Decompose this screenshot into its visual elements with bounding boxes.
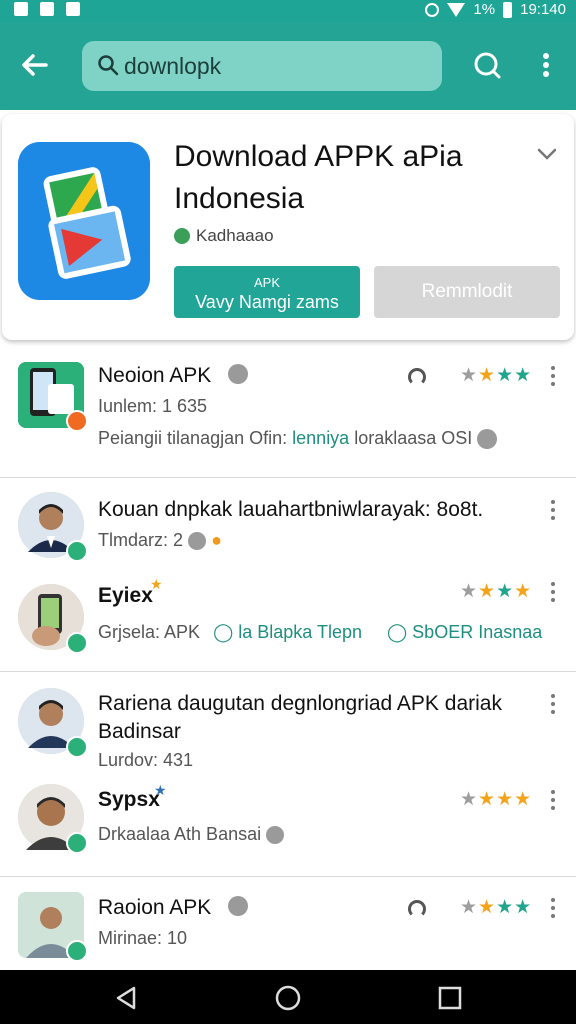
avatar bbox=[18, 784, 88, 854]
rating-stars: ★★★★ bbox=[460, 581, 533, 602]
item-menu-button[interactable] bbox=[550, 790, 556, 810]
divider bbox=[0, 671, 576, 672]
battery-icon bbox=[503, 1, 513, 18]
nav-back-icon[interactable] bbox=[112, 984, 140, 1012]
info-icon bbox=[188, 532, 207, 551]
more-vert-icon bbox=[543, 53, 549, 77]
update-badge-icon bbox=[66, 410, 88, 432]
avatar bbox=[18, 492, 88, 562]
app-meta: Drkaalaa Ath Bansai bbox=[98, 824, 285, 845]
downloads-text: Tlmdarz: 2 bbox=[98, 530, 184, 550]
expand-button[interactable] bbox=[534, 144, 560, 164]
rating-stars: ★★★★ bbox=[460, 365, 533, 386]
alarm-icon bbox=[425, 2, 440, 17]
verified-badge-icon bbox=[66, 540, 88, 562]
status-bar: 1% 19:140 bbox=[0, 0, 576, 22]
developer-name: Kadhaaao bbox=[196, 226, 274, 245]
search-button[interactable] bbox=[470, 48, 504, 82]
install-button-size: APK bbox=[253, 275, 280, 290]
developer-row: Kadhaaao bbox=[174, 226, 274, 246]
app-meta: Grjsela: APK ◯ la Blapka Tlepn ◯ SbOER I… bbox=[98, 622, 542, 643]
gallery-icon bbox=[66, 2, 80, 16]
meta-link[interactable]: lenniya bbox=[292, 428, 349, 448]
search-input[interactable] bbox=[124, 49, 424, 83]
battery-percent: 1% bbox=[473, 1, 496, 18]
remove-button[interactable]: Remmlodit bbox=[374, 266, 560, 318]
install-button-label: Vavy Namgi zams bbox=[195, 292, 339, 312]
app-thumbnail bbox=[18, 362, 88, 432]
app-name: Kouan dnpkak lauahartbniwlarayak: 8o8t. bbox=[98, 498, 484, 521]
chat-icon: ◯ bbox=[387, 622, 408, 642]
app-logo-icon bbox=[18, 142, 150, 300]
rating-stars: ★★★★ bbox=[460, 789, 533, 810]
meta-text: Ofin: bbox=[249, 428, 288, 448]
verified-badge-icon bbox=[66, 632, 88, 654]
item-menu-button[interactable] bbox=[550, 694, 556, 714]
rating-stars: ★★★★ bbox=[460, 897, 533, 918]
refresh-icon[interactable] bbox=[408, 900, 426, 918]
verified-badge-icon bbox=[66, 736, 88, 758]
notification-icon bbox=[40, 2, 54, 16]
app-name: Sypsx bbox=[98, 788, 160, 811]
install-button[interactable]: APK Vavy Namgi zams bbox=[174, 266, 360, 318]
system-nav-bar bbox=[0, 970, 576, 1024]
meta-link[interactable]: la Blapka Tlepn bbox=[238, 622, 362, 642]
app-downloads: Tlmdarz: 2 ● bbox=[98, 530, 222, 551]
overflow-menu-button[interactable] bbox=[536, 48, 556, 82]
app-title: Download APPK aPia Indonesia bbox=[174, 140, 463, 215]
search-icon bbox=[474, 52, 501, 79]
back-button[interactable] bbox=[18, 48, 52, 82]
verified-badge-icon bbox=[66, 940, 88, 962]
item-menu-button[interactable] bbox=[550, 582, 556, 602]
meta-text: Grjsela: APK bbox=[98, 622, 201, 642]
verified-icon bbox=[228, 364, 248, 384]
meta-text: loraklaasa OSI bbox=[354, 428, 473, 448]
verified-icon bbox=[228, 896, 248, 916]
notification-icons bbox=[14, 2, 80, 16]
app-bar bbox=[0, 22, 576, 110]
nav-home-icon[interactable] bbox=[274, 984, 302, 1012]
verified-badge-icon bbox=[66, 832, 88, 854]
app-meta: Peiangii tilanagjan Ofin: lenniya lorakl… bbox=[98, 428, 498, 450]
clock: 19:140 bbox=[520, 1, 566, 18]
list-item[interactable]: Rariena daugutan degnlongriad APK dariak… bbox=[0, 674, 576, 874]
chat-icon: ◯ bbox=[213, 622, 234, 642]
app-name: Neoion APK bbox=[98, 364, 212, 387]
app-name: Eyiex bbox=[98, 584, 153, 607]
avatar bbox=[18, 688, 88, 758]
app-thumbnail bbox=[18, 892, 88, 962]
item-menu-button[interactable] bbox=[550, 366, 556, 386]
list-item[interactable]: Neoion APK Iunlem: 1 635 ★★★★ Peiangii t… bbox=[0, 350, 576, 478]
meta-text: Peiangii tilanagjan bbox=[98, 428, 245, 448]
list-item[interactable]: Kouan dnpkak lauahartbniwlarayak: 8o8t. … bbox=[0, 480, 576, 670]
meta-link[interactable]: SbOER Inasnaa bbox=[412, 622, 542, 642]
chevron-down-icon bbox=[537, 148, 557, 160]
verified-icon bbox=[174, 228, 190, 244]
search-field[interactable] bbox=[82, 41, 442, 91]
app-downloads: Mirinae: 10 bbox=[98, 928, 188, 948]
app-name: Raoion APK bbox=[98, 896, 212, 919]
featured-app-card[interactable]: Download APPK aPia Indonesia Kadhaaao AP… bbox=[2, 114, 574, 340]
star-icon: ★ bbox=[154, 782, 167, 798]
item-menu-button[interactable] bbox=[550, 898, 556, 918]
avatar bbox=[18, 584, 88, 654]
refresh-icon[interactable] bbox=[408, 368, 426, 386]
meta-text: Drkaalaa Ath Bansai bbox=[98, 824, 262, 844]
notification-icon bbox=[14, 2, 28, 16]
divider bbox=[0, 477, 576, 478]
back-arrow-icon bbox=[22, 54, 48, 76]
search-icon bbox=[98, 55, 119, 76]
info-icon bbox=[477, 429, 498, 450]
list-item[interactable]: Raoion APK Mirinae: 10 ★★★★ bbox=[0, 880, 576, 970]
app-name: Rariena daugutan degnlongriad APK dariak… bbox=[98, 692, 502, 743]
app-downloads: Iunlem: 1 635 bbox=[98, 396, 208, 416]
app-downloads: Lurdov: 431 bbox=[98, 750, 194, 770]
wifi-icon bbox=[447, 2, 466, 17]
nav-recents-icon[interactable] bbox=[436, 984, 464, 1012]
star-icon: ★ bbox=[150, 576, 163, 592]
item-menu-button[interactable] bbox=[550, 500, 556, 520]
divider bbox=[0, 876, 576, 877]
emoji-icon: ● bbox=[211, 530, 222, 550]
info-icon bbox=[266, 826, 285, 845]
